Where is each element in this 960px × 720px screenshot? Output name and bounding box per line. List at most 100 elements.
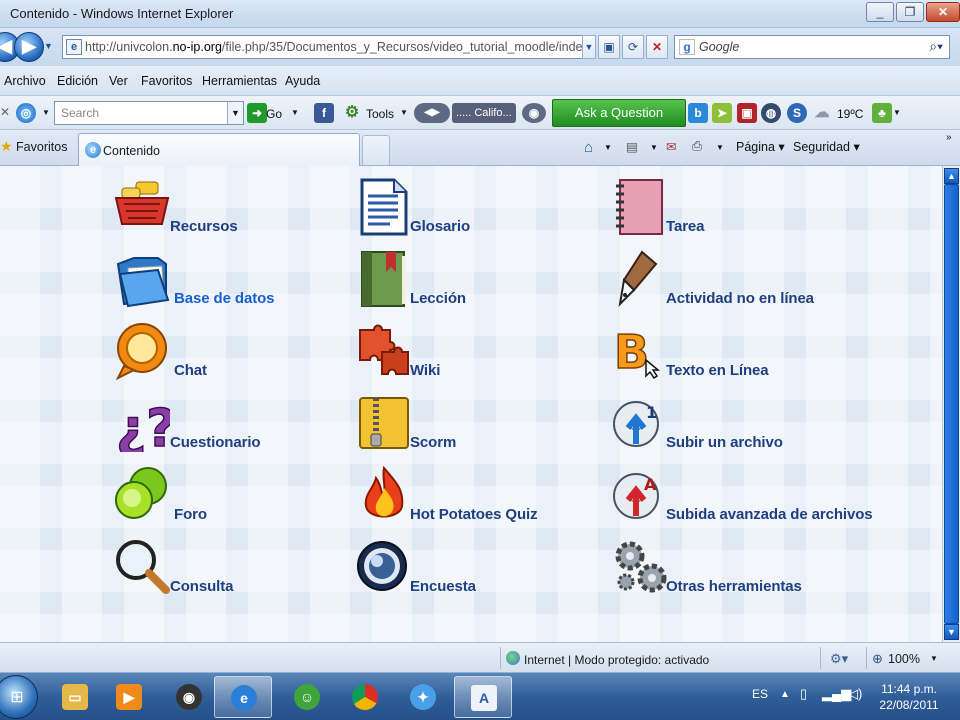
scroll-thumb[interactable] <box>944 184 959 624</box>
volume-icon[interactable]: ◉ <box>522 103 546 123</box>
activity-otras-herramientas[interactable]: Otras herramientas <box>612 534 912 598</box>
extension-icon[interactable]: ♣ <box>872 103 892 123</box>
taskbar-internet-explorer[interactable]: e <box>214 676 272 718</box>
activity-label[interactable]: Otras herramientas <box>666 578 802 595</box>
radio-station-select[interactable]: ..... Califo... ▾ <box>452 103 516 139</box>
activity-glosario[interactable]: Glosario <box>356 174 596 238</box>
taskbar-safari[interactable]: ✦ <box>394 676 452 718</box>
activity-foro[interactable]: Foro <box>114 462 354 526</box>
menu-edicion[interactable]: Edición <box>57 74 98 88</box>
activity-recursos[interactable]: Recursos <box>114 174 354 238</box>
address-url[interactable]: http://univcolon.no-ip.org/file.php/35/D… <box>85 40 585 54</box>
activity-label[interactable]: Base de datos <box>174 290 275 307</box>
activity-label[interactable]: Tarea <box>666 218 705 235</box>
safety-menu[interactable]: Seguridad ▾ <box>793 139 860 154</box>
language-indicator[interactable]: ES <box>752 687 768 701</box>
go-dropdown-icon[interactable]: ▼ <box>291 108 299 117</box>
tray-expand-icon[interactable]: ▲ <box>780 689 790 700</box>
favorites-button[interactable]: ★ Favoritos <box>0 138 67 155</box>
start-button[interactable]: ⊞ <box>0 675 38 719</box>
page-menu[interactable]: Página ▾ <box>736 139 785 154</box>
taskbar-explorer[interactable]: ▭ <box>46 676 104 718</box>
tab-contenido[interactable]: e Contenido <box>78 133 360 166</box>
print-dropdown-icon[interactable]: ▼ <box>716 143 724 152</box>
activity-hot-potatoes[interactable]: Hot Potatoes Quiz <box>356 462 596 526</box>
activity-encuesta[interactable]: Encuesta <box>356 534 596 598</box>
activity-label[interactable]: Wiki <box>410 362 440 379</box>
new-tab-button[interactable] <box>362 135 390 165</box>
menu-favoritos[interactable]: Favoritos <box>141 74 192 88</box>
toolbar-search-input[interactable]: Search ▼ <box>54 101 244 125</box>
menu-ver[interactable]: Ver <box>109 74 128 88</box>
activity-label[interactable]: Cuestionario <box>170 434 261 451</box>
weather-cloud-icon[interactable]: ☁ <box>812 103 832 123</box>
bing-icon[interactable]: b <box>688 103 708 123</box>
more-chevron-icon[interactable]: » <box>946 132 952 143</box>
forward-button[interactable]: ▶ <box>14 32 44 62</box>
home-dropdown-icon[interactable]: ▼ <box>604 143 612 152</box>
activity-base-de-datos[interactable]: Base de datos <box>114 246 354 310</box>
toolbar-logo-icon[interactable]: ◎ <box>16 103 36 123</box>
activity-chat[interactable]: Chat <box>114 318 354 382</box>
vertical-scrollbar[interactable]: ▲ ▼ <box>942 166 960 642</box>
network-icon[interactable]: ▂▄▆ <box>822 686 851 702</box>
zoom-level[interactable]: 100% <box>888 652 920 666</box>
activity-subida-avanzada[interactable]: A Subida avanzada de archivos <box>612 462 912 526</box>
activity-leccion[interactable]: Lección <box>356 246 596 310</box>
feeds-icon[interactable]: ▤ <box>626 139 638 154</box>
refresh-icon[interactable]: ⟳ <box>622 35 644 59</box>
activity-label[interactable]: Chat <box>174 362 207 379</box>
extension-dropdown-icon[interactable]: ▼ <box>893 108 901 117</box>
activity-scorm[interactable]: Scorm <box>356 390 596 454</box>
tools-gear-icon[interactable]: ⚙ <box>342 103 362 123</box>
taskbar-powerpoint[interactable]: A <box>454 676 512 718</box>
menu-ayuda[interactable]: Ayuda <box>285 74 320 88</box>
activity-label[interactable]: Lección <box>410 290 466 307</box>
close-button[interactable]: ✕ <box>926 2 960 22</box>
activity-label[interactable]: Recursos <box>170 218 238 235</box>
activity-label[interactable]: Scorm <box>410 434 456 451</box>
activity-texto-en-linea[interactable]: B Texto en Línea <box>612 318 912 382</box>
toolbar-close-icon[interactable]: ✕ <box>0 105 10 119</box>
menu-herramientas[interactable]: Herramientas <box>202 74 277 88</box>
activity-label[interactable]: Subida avanzada de archivos <box>666 506 873 523</box>
activity-label[interactable]: Subir un archivo <box>666 434 783 451</box>
activity-label[interactable]: Glosario <box>410 218 470 235</box>
volume-tray-icon[interactable]: ◁) <box>848 686 862 702</box>
toolbar-logo-dropdown-icon[interactable]: ▼ <box>42 108 50 117</box>
history-dropdown-icon[interactable]: ▼ <box>44 41 53 51</box>
menu-archivo[interactable]: Archivo <box>4 74 46 88</box>
mail-icon[interactable]: ✉ <box>666 139 676 154</box>
news-icon[interactable]: ▣ <box>737 103 757 123</box>
chat-s-icon[interactable]: S <box>787 103 807 123</box>
maximize-button[interactable]: ❐ <box>896 2 924 22</box>
ask-a-question-button[interactable]: Ask a Question <box>552 99 686 127</box>
protected-mode-icon[interactable]: ⚙▾ <box>830 651 848 667</box>
activity-wiki[interactable]: Wiki <box>356 318 596 382</box>
activity-actividad-no-en-linea[interactable]: Actividad no en línea <box>612 246 912 310</box>
home-icon[interactable]: ⌂ <box>584 139 593 156</box>
minimize-button[interactable]: _ <box>866 2 894 22</box>
address-dropdown-icon[interactable]: ▼ <box>582 35 596 59</box>
send-icon[interactable]: ➤ <box>712 103 732 123</box>
print-icon[interactable]: ⎙ <box>692 139 702 154</box>
taskbar-media[interactable]: ▶ <box>100 676 158 718</box>
activity-consulta[interactable]: Consulta <box>114 534 354 598</box>
scroll-down-icon[interactable]: ▼ <box>944 624 959 640</box>
tools-button[interactable]: Tools <box>366 107 394 121</box>
go-arrow-icon[interactable]: ➜ <box>247 103 267 123</box>
zoom-icon[interactable]: ⊕ <box>872 651 883 667</box>
go-button[interactable]: Go <box>266 107 282 121</box>
address-bar[interactable]: e http://univcolon.no-ip.org/file.php/35… <box>62 35 592 59</box>
stop-icon[interactable]: ✕ <box>646 35 668 59</box>
activity-label[interactable]: Foro <box>174 506 207 523</box>
taskbar-camera[interactable]: ◉ <box>160 676 218 718</box>
tools-dropdown-icon[interactable]: ▼ <box>400 108 408 117</box>
feeds-dropdown-icon[interactable]: ▼ <box>650 143 658 152</box>
activity-cuestionario[interactable]: ¿? Cuestionario <box>114 390 354 454</box>
activity-label[interactable]: Encuesta <box>410 578 476 595</box>
search-icon[interactable]: ⌕▾ <box>929 38 943 55</box>
activity-subir-un-archivo[interactable]: 1 Subir un archivo <box>612 390 912 454</box>
activity-tarea[interactable]: Tarea <box>612 174 912 238</box>
toolbar-search-dropdown-icon[interactable]: ▼ <box>227 102 243 124</box>
